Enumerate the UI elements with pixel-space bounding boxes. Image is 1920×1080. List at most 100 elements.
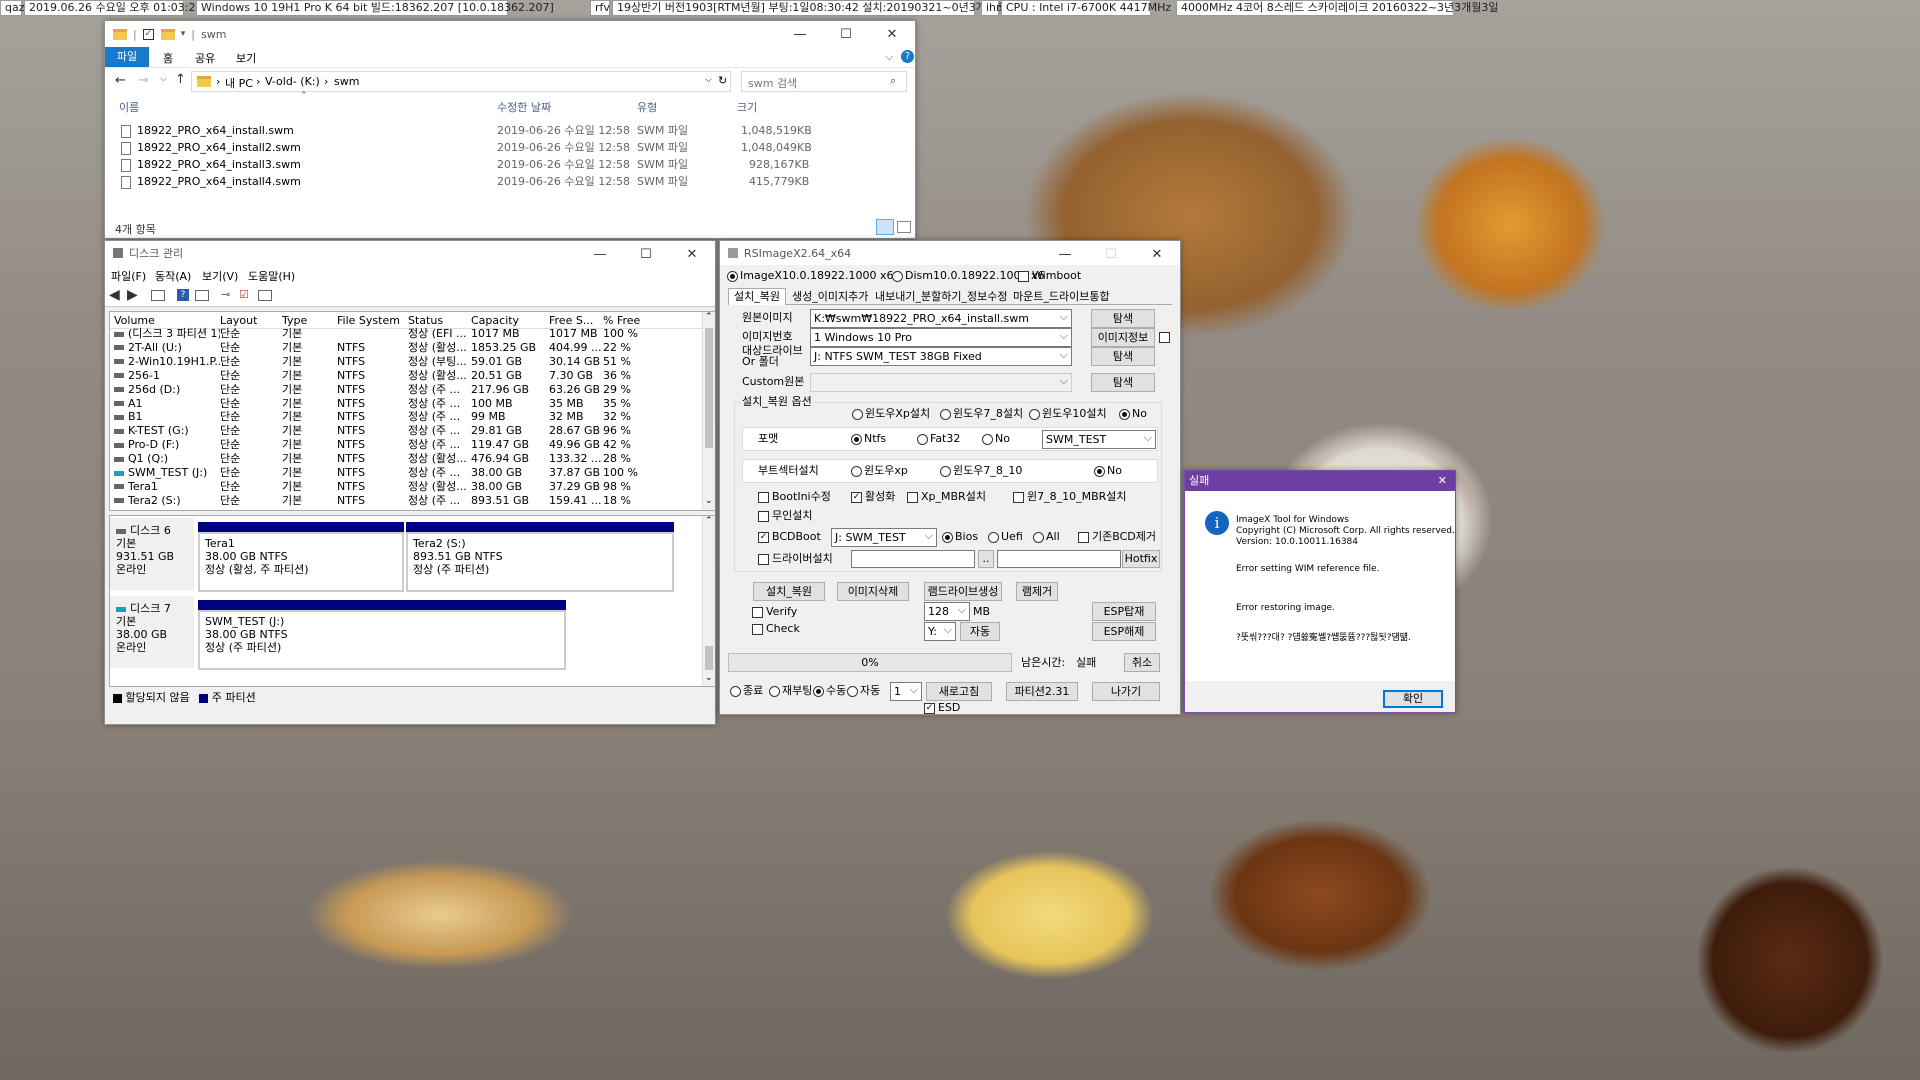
bootini-checkbox[interactable]: BootIni수정	[758, 490, 831, 504]
partition-tera1[interactable]: Tera1 38.00 GB NTFS 정상 (활성, 주 파티션)	[198, 522, 404, 592]
recent-dropdown-icon[interactable]: ⌵	[160, 74, 167, 84]
cancel-button[interactable]: 취소	[1124, 653, 1160, 672]
menu-file[interactable]: 파일(F)	[111, 268, 146, 284]
close-button[interactable]: ✕	[669, 241, 715, 265]
search-input[interactable]: swm 검색 ⌕	[741, 71, 907, 92]
bcd-drive-select[interactable]: J: SWM_TEST	[831, 528, 937, 547]
end-manual[interactable]: 수동	[813, 684, 846, 698]
properties-icon[interactable]	[195, 290, 209, 301]
partition-swm-test[interactable]: SWM_TEST (J:) 38.00 GB NTFS 정상 (주 파티션)	[198, 600, 566, 670]
disk6-info[interactable]: 디스크 6 기본 931.51 GB 온라인	[110, 518, 194, 590]
bcd-remove-checkbox[interactable]: 기존BCD제거	[1078, 530, 1156, 544]
driver-browse-button[interactable]: ..	[978, 550, 994, 568]
col-name[interactable]: 이름	[119, 97, 139, 118]
tab-mount[interactable]: 마운트_드라이브통합	[1009, 289, 1114, 304]
menu-action[interactable]: 동작(A)	[155, 268, 191, 284]
col-size[interactable]: 크기	[737, 97, 757, 118]
connect-icon[interactable]: ⊸	[221, 288, 230, 301]
scrollbar[interactable]: ⌃ ⌄	[702, 516, 715, 686]
refresh-button[interactable]: 새로고침	[926, 682, 992, 701]
browse-source-button[interactable]: 탐색	[1091, 309, 1155, 328]
col-type[interactable]: 유형	[637, 97, 657, 118]
bcd-bios[interactable]: Bios	[942, 530, 978, 544]
volume-row[interactable]: 2T-All (U:) 단순 기본 NTFS 정상 (활성... 1853.25 GB 40…	[110, 341, 705, 355]
esp-mount-button[interactable]: ESP탑재	[1092, 602, 1156, 621]
auto-button[interactable]: 자동	[960, 622, 1000, 641]
volume-row[interactable]: (디스크 3 파티션 1) 단순 기본 정상 (EFI ... 1017 MB 1017 …	[110, 327, 705, 341]
maximize-button[interactable]: ☐	[1088, 241, 1134, 265]
image-info-checkbox[interactable]	[1159, 332, 1170, 343]
partition-button[interactable]: 파티션2.31	[1006, 682, 1078, 701]
back-arrow-icon[interactable]: ←	[115, 73, 126, 88]
end-shutdown[interactable]: 종료	[730, 684, 763, 698]
opt-win78[interactable]: 윈도우7_8설치	[940, 407, 1023, 421]
help-icon[interactable]: ?	[177, 289, 189, 301]
minimize-button[interactable]: —	[777, 21, 823, 47]
volume-row[interactable]: Q1 (Q:) 단순 기본 NTFS 정상 (활성... 476.94 GB 133.32 …	[110, 452, 705, 466]
count-select[interactable]: 1	[890, 682, 922, 701]
bcdboot-checkbox[interactable]: ✓ BCDBoot	[758, 530, 821, 544]
fmt-ntfs[interactable]: Ntfs	[851, 432, 886, 446]
volume-label-select[interactable]: SWM_TEST	[1042, 430, 1156, 449]
volume-row[interactable]: 2-Win10.19H1.P... 단순 기본 NTFS 정상 (부팅... 59.01 …	[110, 355, 705, 369]
volume-row[interactable]: Tera2 (S:) 단순 기본 NTFS 정상 (주 ... 893.51 GB 159.…	[110, 494, 705, 508]
custom-source-select[interactable]	[810, 373, 1072, 392]
help-icon[interactable]: ?	[901, 50, 914, 63]
bs-no[interactable]: No	[1094, 464, 1122, 478]
bcd-all[interactable]: All	[1033, 530, 1060, 544]
fmt-fat32[interactable]: Fat32	[917, 432, 960, 446]
exit-button[interactable]: 나가기	[1092, 682, 1160, 701]
volume-row[interactable]: SWM_TEST (J:) 단순 기본 NTFS 정상 (주 ... 38.00 GB 37…	[110, 466, 705, 480]
unattend-checkbox[interactable]: 무인설치	[758, 509, 812, 523]
esd-checkbox[interactable]: ✓ ESD	[924, 701, 960, 714]
delete-image-button[interactable]: 이미지삭제	[837, 582, 909, 601]
install-restore-button[interactable]: 설치_복원	[753, 582, 825, 601]
breadcrumb-pc[interactable]: 내 PC	[225, 75, 253, 91]
target-drive-select[interactable]: J: NTFS SWM_TEST 38GB Fixed	[810, 347, 1072, 366]
scrollbar[interactable]: ⌃ ⌄	[702, 312, 715, 510]
opt-win10[interactable]: 윈도우10설치	[1029, 407, 1107, 421]
end-auto[interactable]: 자동	[847, 684, 880, 698]
bs-win7810[interactable]: 윈도우7_8_10	[940, 464, 1022, 478]
verify-checkbox[interactable]: Verify	[752, 605, 797, 619]
browse-custom-button[interactable]: 탐색	[1091, 373, 1155, 392]
check-icon[interactable]: ☑	[239, 288, 249, 301]
mode-imagex[interactable]: ImageX10.0.18922.1000 x64	[727, 269, 900, 283]
breadcrumb-folder[interactable]: swm	[334, 75, 359, 88]
volume-row[interactable]: 256d (D:) 단순 기본 NTFS 정상 (주 ... 217.96 GB 63.26…	[110, 383, 705, 397]
ramdrive-create-button[interactable]: 램드라이브생성	[924, 582, 1002, 601]
volume-row[interactable]: K-TEST (G:) 단순 기본 NTFS 정상 (주 ... 29.81 GB 28.6…	[110, 424, 705, 438]
tab-file[interactable]: 파일	[105, 47, 149, 67]
activate-checkbox[interactable]: ✓ 활성화	[851, 490, 895, 504]
drive-letter-select[interactable]: Y:	[924, 622, 956, 641]
tab-create[interactable]: 생성_이미지추가	[788, 289, 872, 304]
ramdrive-remove-button[interactable]: 램제거	[1016, 582, 1058, 601]
menu-view[interactable]: 보기(V)	[202, 268, 238, 284]
end-reboot[interactable]: 재부팅	[769, 684, 812, 698]
tab-share[interactable]: 공유	[195, 50, 215, 66]
disk7-info[interactable]: 디스크 7 기본 38.00 GB 온라인	[110, 596, 194, 668]
address-bar[interactable]: › 내 PC › V-old- (K:) › swm ⌵ ↻	[191, 71, 731, 92]
menu-help[interactable]: 도움말(H)	[248, 268, 295, 284]
forward-arrow-icon[interactable]: ▶	[127, 287, 138, 303]
w7-mbr-checkbox[interactable]: 윈7_8_10_MBR설치	[1013, 490, 1127, 504]
forward-arrow-icon[interactable]: →	[138, 73, 149, 88]
hotfix-path-input[interactable]	[997, 550, 1121, 568]
chevron-down-icon[interactable]: ⌵	[885, 50, 893, 64]
esp-unmount-button[interactable]: ESP해제	[1092, 622, 1156, 641]
breadcrumb-drive[interactable]: V-old- (K:)	[265, 75, 320, 88]
volume-row[interactable]: 256-1 단순 기본 NTFS 정상 (활성... 20.51 GB 7.30 GB 36 …	[110, 369, 705, 383]
browse-target-button[interactable]: 탐색	[1091, 347, 1155, 366]
fmt-no[interactable]: No	[982, 432, 1010, 446]
ok-button[interactable]: 확인	[1383, 690, 1443, 708]
file-row[interactable]: 18922_PRO_x64_install4.swm 2019-06-26 수요일…	[105, 171, 915, 192]
check-checkbox[interactable]: Check	[752, 622, 800, 636]
maximize-button[interactable]: ☐	[623, 241, 669, 265]
volume-row[interactable]: Pro-D (F:) 단순 기본 NTFS 정상 (주 ... 119.47 GB 49.9…	[110, 438, 705, 452]
close-button[interactable]: ✕	[1438, 471, 1447, 491]
dropdown-icon[interactable]: ▾	[181, 29, 186, 39]
console-tree-icon[interactable]	[151, 290, 165, 301]
new-folder-icon[interactable]	[160, 28, 175, 40]
volume-row[interactable]: Tera1 단순 기본 NTFS 정상 (활성... 38.00 GB 37.29 GB 98…	[110, 480, 705, 494]
opt-os-no[interactable]: No	[1119, 407, 1147, 421]
